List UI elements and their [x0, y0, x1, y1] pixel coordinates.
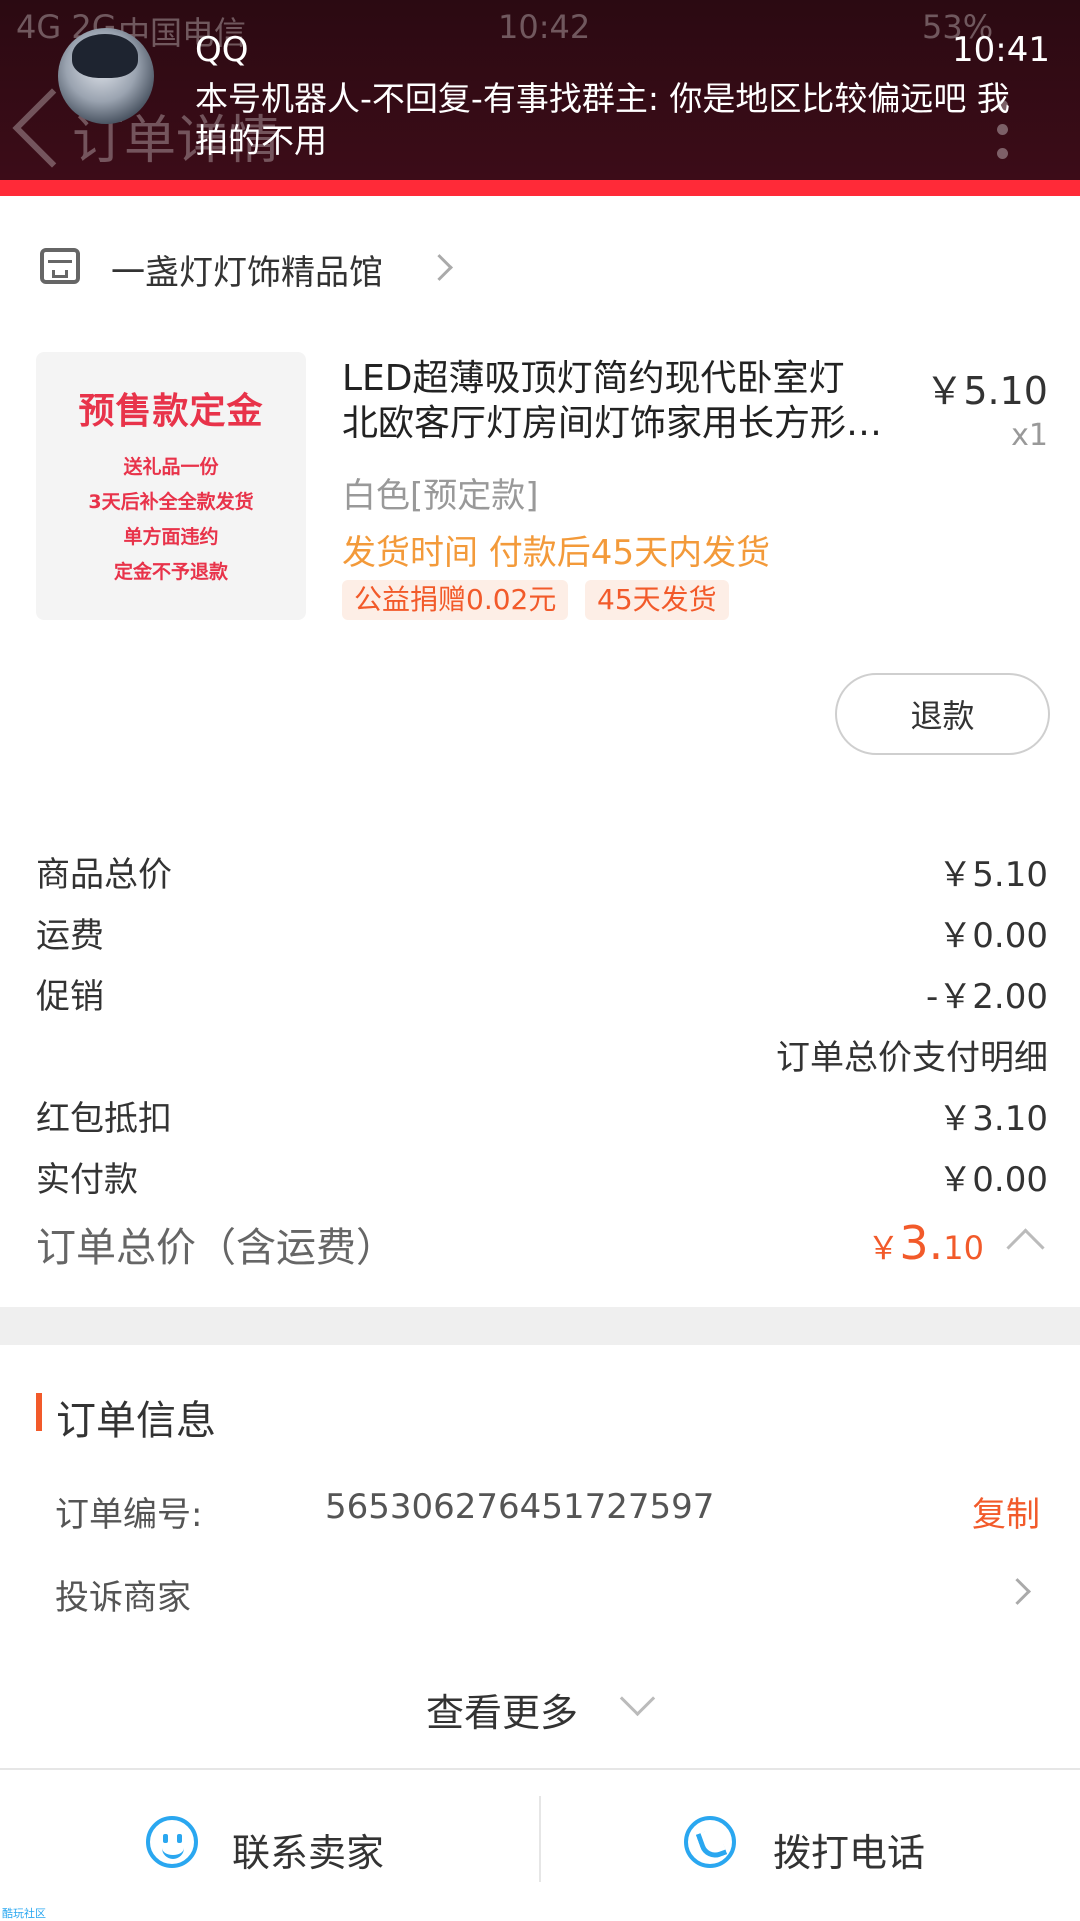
thumbnail-line: 3天后补全全款发货: [88, 491, 254, 513]
header-accent-line: [0, 180, 1080, 196]
price-row-value: ￥0.00: [938, 1160, 1048, 1200]
section-accent-bar: [36, 1393, 42, 1431]
donation-tag: 公益捐赠0.02元: [342, 580, 569, 620]
copy-button[interactable]: 复制: [972, 1487, 1040, 1536]
shop-icon: [40, 248, 80, 284]
price-row-label: 促销: [36, 977, 104, 1017]
watermark: 酷玩社区: [2, 1907, 46, 1920]
product-title-line1: LED超薄吸顶灯简约现代卧室灯: [342, 358, 845, 399]
refund-button[interactable]: 退款: [835, 673, 1050, 755]
thumbnail-title: 预售款定金: [78, 391, 264, 432]
product-quantity: x1: [1011, 418, 1048, 453]
order-number-label: 订单编号:: [55, 1495, 203, 1535]
chevron-up-icon[interactable]: [1006, 1228, 1045, 1267]
total-integer: 3.: [899, 1216, 944, 1270]
phone-icon: [684, 1816, 736, 1868]
price-row-value: ￥0.00: [938, 916, 1048, 956]
price-row-value: ￥5.10: [938, 855, 1048, 895]
product-thumbnail[interactable]: 预售款定金 送礼品一份 3天后补全全款发货 单方面违约 定金不予退款: [36, 352, 306, 620]
price-row-value: -￥2.00: [926, 977, 1048, 1017]
product-sku: 白色[预定款]: [342, 476, 539, 516]
avatar: [58, 28, 154, 124]
order-total-label: 订单总价（含运费）: [36, 1225, 396, 1271]
order-info-title: 订单信息: [56, 1398, 216, 1444]
shipping-tag: 45天发货: [585, 580, 729, 620]
order-total-value: ￥3.10: [867, 1216, 984, 1270]
notification-message[interactable]: 本号机器人-不回复-有事找群主: 你是地区比较偏远吧 我拍的不用: [195, 78, 1015, 162]
notification-app-name[interactable]: QQ: [195, 30, 249, 70]
price-row-label: 运费: [36, 916, 104, 956]
price-row-label: 商品总价: [36, 855, 172, 895]
shipping-time: 发货时间 付款后45天内发货: [342, 533, 771, 573]
chat-icon: [146, 1816, 198, 1868]
call-phone-label: 拨打电话: [773, 1831, 926, 1875]
chevron-down-icon[interactable]: [619, 1680, 656, 1717]
chevron-right-icon[interactable]: [1004, 1578, 1031, 1605]
contact-seller-label: 联系卖家: [232, 1831, 385, 1875]
price-row-value: ￥3.10: [938, 1099, 1048, 1139]
notification-time: 10:41: [952, 30, 1050, 70]
section-divider: [0, 1307, 1080, 1345]
total-currency: ￥: [867, 1229, 900, 1267]
payment-detail-heading: 订单总价支付明细: [776, 1038, 1048, 1078]
price-row-label: 实付款: [36, 1160, 138, 1200]
product-price: ￥5.10: [925, 369, 1048, 413]
product-title[interactable]: LED超薄吸顶灯简约现代卧室灯 北欧客厅灯房间灯饰家用长方形…: [342, 356, 922, 446]
thumbnail-line: 单方面违约: [123, 526, 219, 548]
view-more-button[interactable]: 查看更多: [426, 1682, 578, 1737]
shop-name[interactable]: 一盏灯灯饰精品馆: [111, 245, 383, 294]
thumbnail-line: 送礼品一份: [123, 456, 219, 478]
complain-seller-link[interactable]: 投诉商家: [55, 1570, 191, 1619]
total-decimal: 10: [943, 1229, 984, 1267]
order-number-value: 565306276451727597: [325, 1487, 715, 1527]
call-phone-button[interactable]: 拨打电话: [541, 1770, 1080, 1910]
thumbnail-line: 定金不予退款: [113, 561, 228, 583]
product-title-line2: 北欧客厅灯房间灯饰家用长方形…: [342, 403, 883, 444]
price-row-label: 红包抵扣: [36, 1099, 172, 1139]
chevron-right-icon[interactable]: [426, 254, 453, 281]
contact-seller-button[interactable]: 联系卖家: [0, 1770, 539, 1910]
status-time: 10:42: [498, 8, 591, 46]
